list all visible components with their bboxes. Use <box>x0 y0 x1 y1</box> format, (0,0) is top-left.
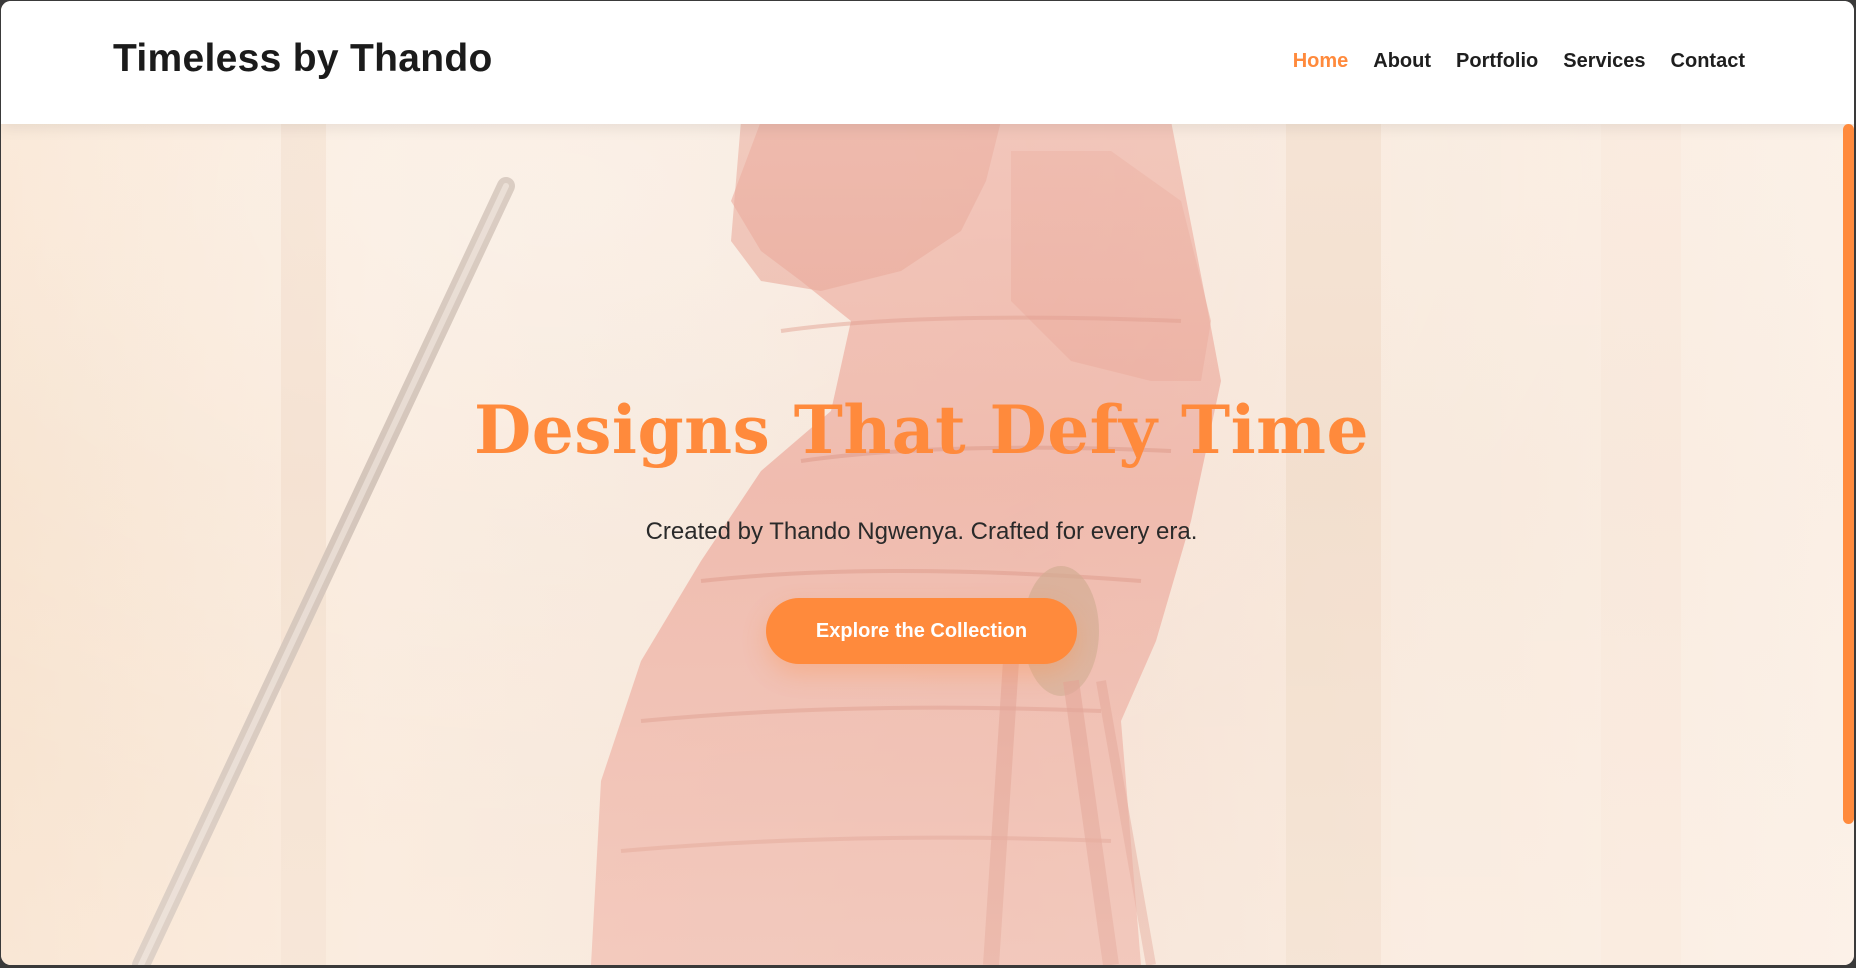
main-nav: Home About Portfolio Services Contact <box>1293 50 1745 73</box>
nav-about[interactable]: About <box>1373 50 1431 73</box>
hero-section: Designs That Defy Time Created by Thando… <box>1 1 1854 965</box>
site-header: Timeless by Thando Home About Portfolio … <box>1 1 1854 124</box>
hero-subtitle: Created by Thando Ngwenya. Crafted for e… <box>645 518 1198 545</box>
nav-home[interactable]: Home <box>1293 50 1349 73</box>
hero-title: Designs That Defy Time <box>473 391 1369 469</box>
nav-contact[interactable]: Contact <box>1671 50 1745 73</box>
browser-window: Timeless by Thando Home About Portfolio … <box>1 1 1854 965</box>
nav-services[interactable]: Services <box>1563 50 1645 73</box>
nav-portfolio[interactable]: Portfolio <box>1456 50 1538 73</box>
scrollbar-thumb[interactable] <box>1843 124 1854 824</box>
brand-logo-text[interactable]: Timeless by Thando <box>113 37 493 81</box>
page-scrollbar[interactable] <box>1842 124 1854 965</box>
explore-collection-button[interactable]: Explore the Collection <box>766 598 1077 664</box>
